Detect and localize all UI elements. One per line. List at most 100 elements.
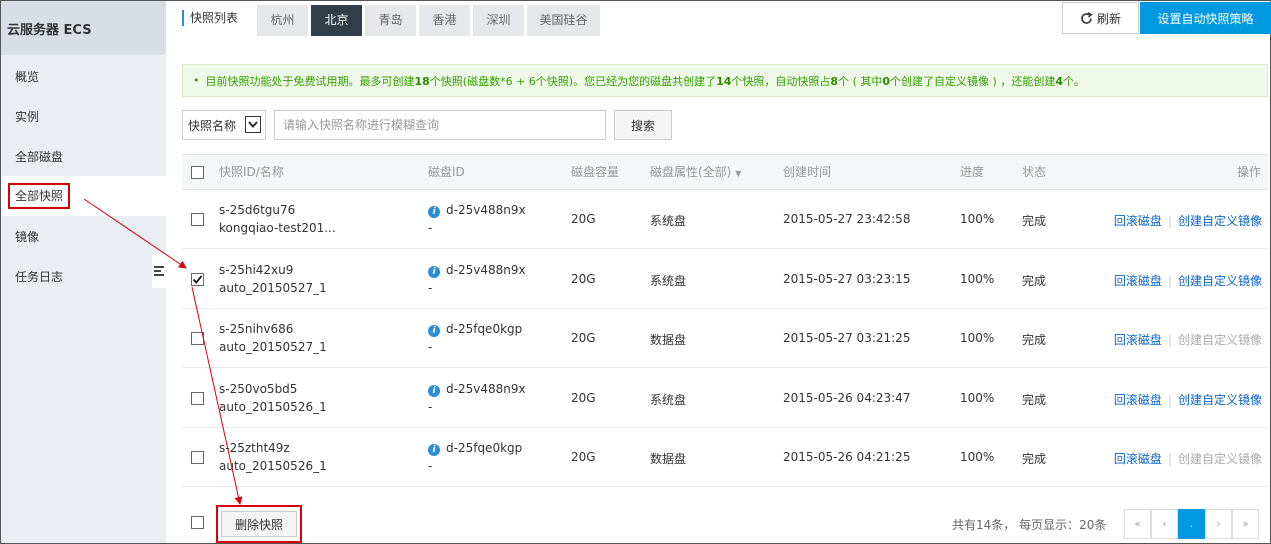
- info-icon[interactable]: i: [428, 265, 440, 278]
- disk-id: i d-25fqe0kgp: [428, 322, 522, 337]
- create-custom-image-link[interactable]: 创建自定义镜像: [1178, 393, 1262, 407]
- sidebar-item-label: 任务日志: [15, 270, 64, 284]
- row-actions: 回滚磁盘 | 创建自定义镜像: [1114, 331, 1262, 348]
- tab-region-beijing[interactable]: 北京: [311, 5, 362, 36]
- create-custom-image-link: 创建自定义镜像: [1177, 452, 1262, 466]
- row-checkbox[interactable]: [191, 451, 204, 464]
- disk-attribute: 数据盘: [650, 333, 687, 347]
- row-checkbox[interactable]: [191, 213, 204, 226]
- rollback-disk-link[interactable]: 回滚磁盘: [1114, 452, 1162, 466]
- rollback-disk-link[interactable]: 回滚磁盘: [1114, 393, 1162, 407]
- disk-capacity: 20G: [571, 331, 596, 345]
- current-page-button[interactable]: .: [1178, 509, 1205, 539]
- progress-value: 100%: [960, 450, 995, 464]
- disk-id-sub: -: [428, 280, 433, 295]
- col-header-disk-id: 磁盘ID: [428, 165, 465, 179]
- tab-region-hangzhou[interactable]: 杭州: [257, 5, 308, 36]
- search-input[interactable]: [274, 110, 606, 140]
- next-page-button[interactable]: ›: [1205, 509, 1232, 539]
- table-row: s-25nihv686 auto_20150527_1 i d-25fqe0kgp - 2…: [182, 309, 1268, 368]
- disk-id-sub: -: [428, 459, 433, 473]
- sidebar-item-label: 全部磁盘: [15, 150, 64, 164]
- disk-id-sub: -: [428, 340, 433, 354]
- page-title: 快照列表: [182, 10, 238, 26]
- info-icon[interactable]: i: [428, 444, 440, 456]
- sidebar-item-label: 概览: [15, 70, 40, 84]
- disk-capacity: 20G: [571, 390, 596, 405]
- sidebar-title: 云服务器 ECS: [1, 1, 166, 55]
- col-header-disk-attr[interactable]: 磁盘属性(全部) ▼: [650, 155, 741, 191]
- sidebar-item-label: 实例: [15, 110, 40, 124]
- rollback-disk-link[interactable]: 回滚磁盘: [1114, 274, 1162, 288]
- progress-value: 100%: [960, 271, 995, 286]
- disk-capacity: 20G: [571, 450, 596, 464]
- action-separator: |: [1167, 273, 1172, 288]
- chevron-down-icon: [245, 116, 261, 133]
- refresh-button[interactable]: 刷新: [1062, 2, 1139, 34]
- status-text: 完成: [1022, 452, 1047, 466]
- refresh-label: 刷新: [1096, 11, 1121, 26]
- disk-id: i d-25v488n9x: [428, 203, 526, 218]
- search-button[interactable]: 搜索: [614, 110, 672, 140]
- last-page-button[interactable]: »: [1232, 509, 1259, 539]
- snapshot-name: auto_20150527_1: [219, 340, 327, 354]
- info-icon[interactable]: i: [428, 384, 440, 397]
- sidebar-item-task-log[interactable]: 任务日志: [1, 257, 166, 297]
- disk-id: i d-25v488n9x: [428, 382, 526, 397]
- info-icon[interactable]: i: [428, 206, 440, 218]
- col-header-capacity: 磁盘容量: [571, 165, 620, 179]
- created-time: 2015-05-27 03:21:25: [783, 331, 911, 345]
- table-row: s-250vo5bd5 auto_20150526_1 i d-25v488n9x - 2…: [182, 369, 1268, 428]
- create-custom-image-link[interactable]: 创建自定义镜像: [1178, 274, 1262, 288]
- sidebar-item-all-disks[interactable]: 全部磁盘: [1, 137, 166, 177]
- first-page-button[interactable]: «: [1124, 509, 1151, 539]
- table-row: s-25hi42xu9 auto_20150527_1 i d-25v488n9x - 2…: [182, 250, 1268, 309]
- pagination-summary: 共有14条， 每页显示：20条: [952, 518, 1107, 532]
- rollback-disk-link[interactable]: 回滚磁盘: [1114, 333, 1162, 347]
- notice-banner: • 目前快照功能处于免费试用期。最多可创建18个快照(磁盘数*6 + 6个快照)…: [182, 64, 1268, 97]
- row-checkbox[interactable]: [191, 332, 204, 345]
- col-header-actions: 操作: [1237, 165, 1262, 179]
- sidebar-item-label: 全部快照: [8, 183, 71, 209]
- select-all-checkbox[interactable]: [191, 166, 204, 179]
- info-icon[interactable]: i: [428, 325, 440, 337]
- progress-value: 100%: [960, 390, 995, 405]
- snapshot-id: s-25hi42xu9: [219, 262, 294, 277]
- disk-id: i d-25v488n9x: [428, 263, 526, 278]
- sidebar-item-all-snapshots[interactable]: 全部快照: [1, 176, 166, 216]
- sidebar-item-images[interactable]: 镜像: [1, 217, 166, 257]
- sidebar-item-instances[interactable]: 实例: [1, 97, 166, 137]
- prev-page-button[interactable]: ‹: [1151, 509, 1178, 539]
- rollback-disk-link[interactable]: 回滚磁盘: [1114, 214, 1162, 228]
- row-actions: 回滚磁盘 | 创建自定义镜像: [1114, 391, 1262, 408]
- collapse-icon[interactable]: [152, 254, 166, 288]
- snapshot-name: auto_20150527_1: [219, 280, 327, 295]
- created-time: 2015-05-27 23:42:58: [783, 212, 911, 226]
- tab-region-hongkong[interactable]: 香港: [419, 5, 470, 36]
- tab-region-qingdao[interactable]: 青岛: [365, 5, 416, 36]
- created-time: 2015-05-27 03:23:15: [783, 271, 911, 286]
- delete-snapshot-button[interactable]: 删除快照: [221, 511, 297, 537]
- disk-capacity: 20G: [571, 271, 596, 286]
- row-checkbox[interactable]: [191, 391, 204, 405]
- row-checkbox[interactable]: [191, 272, 204, 286]
- tab-region-shenzhen[interactable]: 深圳: [473, 5, 524, 36]
- sidebar-item-overview[interactable]: 概览: [1, 57, 166, 97]
- snapshot-id: s-25ztht49z: [219, 441, 290, 455]
- created-time: 2015-05-26 04:21:25: [783, 450, 911, 464]
- set-auto-snapshot-policy-button[interactable]: 设置自动快照策略: [1140, 2, 1271, 34]
- disk-capacity: 20G: [571, 212, 596, 226]
- create-custom-image-link: 创建自定义镜像: [1177, 333, 1262, 347]
- notice-text: 目前快照功能处于免费试用期。最多可创建18个快照(磁盘数*6 + 6个快照)。您…: [205, 74, 1085, 88]
- snapshot-id: s-25nihv686: [219, 322, 294, 336]
- search-filter-select[interactable]: 快照名称: [182, 110, 266, 140]
- col-header-created: 创建时间: [783, 165, 832, 179]
- snapshot-id: s-250vo5bd5: [219, 381, 298, 396]
- footer-select-all-checkbox[interactable]: [191, 516, 204, 529]
- sidebar-item-label: 镜像: [15, 230, 40, 244]
- action-separator: |: [1167, 452, 1172, 466]
- table-header: 快照ID/名称 磁盘ID 磁盘容量 磁盘属性(全部) ▼ 创建时间 进度 状态 …: [182, 154, 1268, 190]
- create-custom-image-link[interactable]: 创建自定义镜像: [1178, 214, 1262, 228]
- created-time: 2015-05-26 04:23:47: [783, 390, 911, 405]
- tab-region-silicon-valley[interactable]: 美国硅谷: [527, 5, 600, 36]
